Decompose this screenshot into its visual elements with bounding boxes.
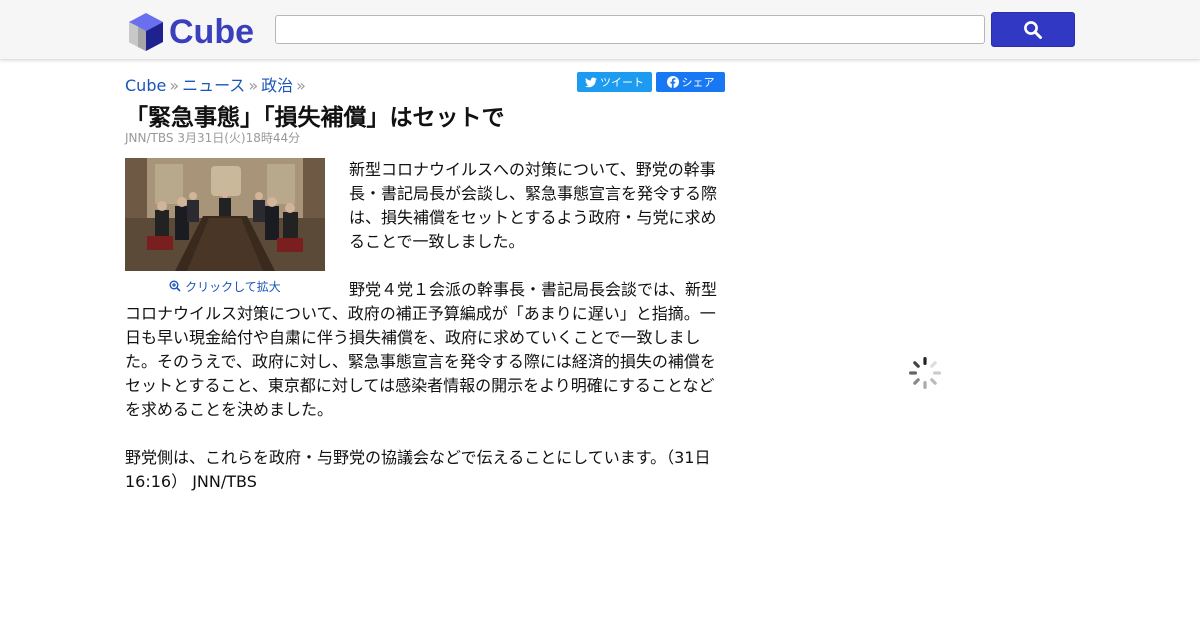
breadcrumb-separator: » xyxy=(248,76,259,95)
breadcrumb-separator: » xyxy=(296,76,306,95)
logo-text: Cube xyxy=(169,12,254,51)
breadcrumb-home[interactable]: Cube xyxy=(125,76,166,95)
tweet-label: ツイート xyxy=(600,76,644,89)
breadcrumb-news[interactable]: ニュース xyxy=(182,76,245,95)
site-logo[interactable]: Cube xyxy=(127,10,254,54)
zoom-link[interactable]: クリックして拡大 xyxy=(125,278,325,295)
breadcrumb: Cube» ニュース» 政治» xyxy=(125,72,309,96)
top-bar: Cube xyxy=(0,0,1200,60)
twitter-bird-icon xyxy=(585,77,597,87)
article-meta: JNN/TBS 3月31日(火)18時44分 xyxy=(125,131,301,145)
search-icon xyxy=(1024,20,1042,39)
search-input[interactable] xyxy=(275,15,985,44)
breadcrumb-separator: » xyxy=(169,76,180,95)
meeting-room-photo xyxy=(125,158,325,271)
article-paragraph: 野党側は、これらを政府・与野党の協議会などで伝えることにしています。（31日16… xyxy=(125,448,711,491)
zoom-in-icon xyxy=(169,280,181,292)
facebook-share-button[interactable]: シェア xyxy=(656,72,725,92)
article-paragraph: 野党４党１会派の幹事長・書記局長会談では、新型コロナウイルス対策について、政府の… xyxy=(125,280,718,419)
loading-spinner-icon xyxy=(909,357,941,389)
share-label: シェア xyxy=(681,76,715,89)
facebook-icon xyxy=(666,76,679,88)
cube-logo-icon xyxy=(129,13,163,51)
article-title: 「緊急事態」「損失補償」はセットで xyxy=(125,105,505,131)
zoom-label: クリックして拡大 xyxy=(185,280,281,294)
breadcrumb-politics[interactable]: 政治 xyxy=(261,76,293,95)
article-photo[interactable] xyxy=(125,158,325,271)
search-button[interactable] xyxy=(991,12,1075,47)
tweet-button[interactable]: ツイート xyxy=(577,72,652,92)
